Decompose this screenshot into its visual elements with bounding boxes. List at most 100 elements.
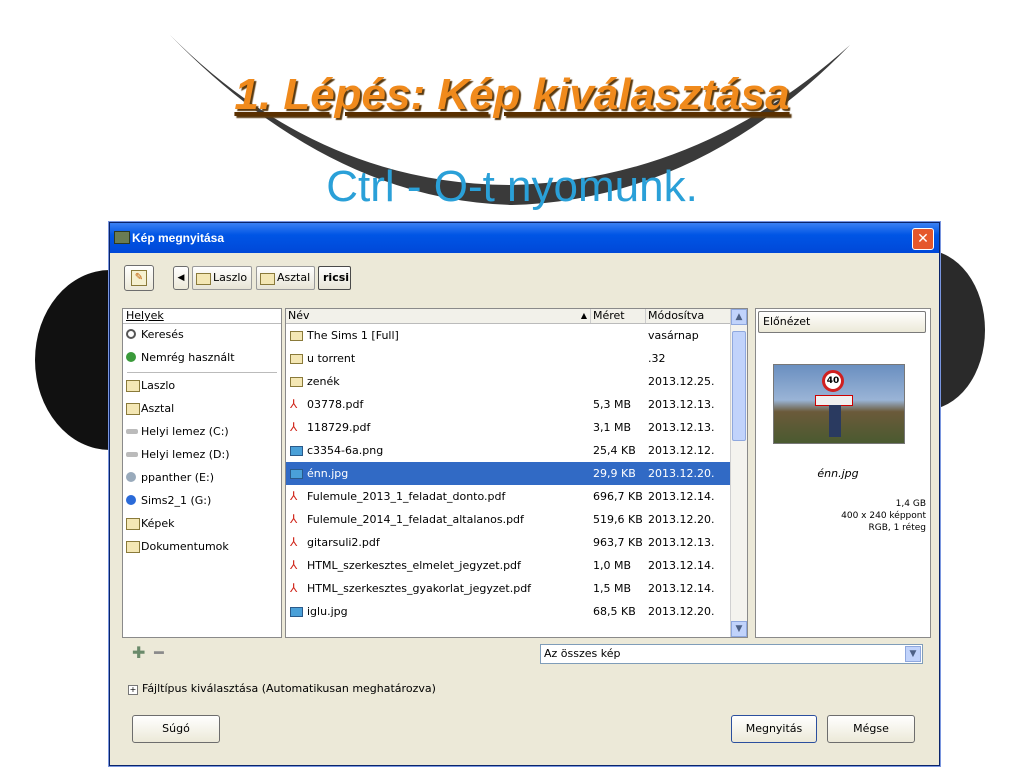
file-name: 03778.pdf: [307, 398, 364, 411]
file-name: HTML_szerkesztes_elmelet_jegyzet.pdf: [307, 559, 521, 572]
preview-pane: Előnézet 40 énn.jpg 1,4 GB 400 x 240 kép…: [755, 308, 931, 638]
file-modified: 2013.12.14.: [648, 582, 715, 595]
file-modified: 2013.12.13.: [648, 398, 715, 411]
place-label: Képek: [141, 517, 175, 530]
path-back-button[interactable]: ◀: [173, 266, 189, 290]
place-item-recent[interactable]: Nemrég használt: [123, 347, 281, 370]
file-row[interactable]: iglu.jpg 68,5 KB 2013.12.20.: [286, 600, 731, 623]
file-modified: 2013.12.12.: [648, 444, 715, 457]
folder-icon: [290, 354, 303, 364]
file-modified: 2013.12.14.: [648, 490, 715, 503]
column-name-header[interactable]: Név ▲: [286, 309, 591, 323]
type-location-button[interactable]: ✎: [124, 265, 154, 291]
file-size: 25,4 KB: [593, 444, 636, 457]
file-modified: 2013.12.13.: [648, 421, 715, 434]
file-modified: 2013.12.14.: [648, 559, 715, 572]
preview-size: 1,4 GB: [895, 499, 926, 509]
file-modified: vasárnap: [648, 329, 699, 342]
scroll-up-icon[interactable]: ▲: [731, 309, 747, 325]
file-row[interactable]: ⅄ 03778.pdf 5,3 MB 2013.12.13.: [286, 393, 731, 416]
file-row[interactable]: c3354-6a.png 25,4 KB 2013.12.12.: [286, 439, 731, 462]
image-file-icon: [290, 446, 303, 456]
breadcrumb-ricsi[interactable]: ricsi: [318, 266, 351, 290]
drive-icon: [126, 452, 138, 457]
dialog-title: Kép megnyitása: [132, 231, 225, 245]
preview-thumbnail: 40: [773, 364, 905, 444]
pdf-file-icon: ⅄: [290, 420, 298, 434]
places-separator: [127, 372, 277, 373]
places-pane: Helyek Keresés Nemrég használt Laszlo As…: [122, 308, 282, 638]
file-size: 519,6 KB: [593, 513, 643, 526]
column-label: Méret: [593, 309, 625, 322]
file-name: Fulemule_2013_1_feladat_donto.pdf: [307, 490, 506, 503]
chevron-down-icon[interactable]: ▼: [905, 646, 921, 662]
file-row[interactable]: The Sims 1 [Full] vasárnap: [286, 324, 731, 347]
chevron-left-icon: ◀: [177, 273, 185, 283]
breadcrumb-label: ricsi: [323, 271, 350, 284]
folder-icon: [126, 541, 140, 553]
preview-toggle-button[interactable]: Előnézet: [758, 311, 926, 333]
file-size: 1,0 MB: [593, 559, 632, 572]
place-item-drive-d[interactable]: Helyi lemez (D:): [123, 444, 281, 467]
add-bookmark-button[interactable]: ✚: [132, 643, 145, 662]
dialog-titlebar[interactable]: Kép megnyitása ✕: [110, 223, 939, 253]
folder-icon: [260, 273, 275, 285]
file-name: zenék: [307, 375, 340, 388]
file-size: 1,5 MB: [593, 582, 632, 595]
folder-icon: [126, 518, 140, 530]
breadcrumb-asztal[interactable]: Asztal: [256, 266, 315, 290]
place-label: Helyi lemez (C:): [141, 425, 229, 438]
place-item-search[interactable]: Keresés: [123, 324, 281, 347]
file-name: u torrent: [307, 352, 356, 365]
file-modified: 2013.12.20.: [648, 467, 715, 480]
file-rows: The Sims 1 [Full] vasárnap u torrent .32 zen…: [286, 324, 731, 623]
file-name: 118729.pdf: [307, 421, 371, 434]
breadcrumb-label: Asztal: [277, 271, 311, 284]
file-row[interactable]: u torrent .32: [286, 347, 731, 370]
place-label: Laszlo: [141, 379, 176, 392]
file-modified: 2013.12.13.: [648, 536, 715, 549]
scrollbar-thumb[interactable]: [732, 331, 746, 441]
file-row[interactable]: ⅄ Fulemule_2013_1_feladat_donto.pdf 696,7 …: [286, 485, 731, 508]
places-header[interactable]: Helyek: [123, 309, 281, 324]
place-item-asztal[interactable]: Asztal: [123, 398, 281, 421]
open-button[interactable]: Megnyitás: [731, 715, 817, 743]
breadcrumb-laszlo[interactable]: Laszlo: [192, 266, 252, 290]
pdf-file-icon: ⅄: [290, 489, 298, 503]
file-row[interactable]: ⅄ gitarsuli2.pdf 963,7 KB 2013.12.13.: [286, 531, 731, 554]
file-list-header: Név ▲ Méret Módosítva: [286, 309, 731, 324]
open-image-dialog: Kép megnyitása ✕ ✎ ◀ Laszlo Asztal ricsi…: [109, 222, 940, 766]
place-item-drive-e[interactable]: ppanther (E:): [123, 467, 281, 490]
column-label: Név: [288, 309, 310, 322]
file-row[interactable]: ⅄ 118729.pdf 3,1 MB 2013.12.13.: [286, 416, 731, 439]
place-label: Keresés: [141, 328, 184, 341]
file-type-filter-select[interactable]: Az összes kép ▼: [540, 644, 923, 664]
file-modified: 2013.12.20.: [648, 605, 715, 618]
file-row[interactable]: ⅄ HTML_szerkesztes_elmelet_jegyzet.pdf 1,0…: [286, 554, 731, 577]
folder-icon: [126, 380, 140, 392]
place-item-drive-g[interactable]: Sims2_1 (G:): [123, 490, 281, 513]
place-item-kepek[interactable]: Képek: [123, 513, 281, 536]
help-button[interactable]: Súgó: [132, 715, 220, 743]
file-row[interactable]: ⅄ HTML_szerkesztes_gyakorlat_jegyzet.pdf 1…: [286, 577, 731, 600]
place-item-drive-c[interactable]: Helyi lemez (C:): [123, 421, 281, 444]
pencil-icon: ✎: [131, 270, 147, 286]
place-item-dokumentumok[interactable]: Dokumentumok: [123, 536, 281, 559]
filetype-expander[interactable]: + Fájltípus kiválasztása (Automatikusan m…: [128, 682, 436, 695]
place-item-laszlo[interactable]: Laszlo: [123, 375, 281, 398]
close-icon: ✕: [917, 231, 929, 247]
file-name: Fulemule_2014_1_feladat_altalanos.pdf: [307, 513, 524, 526]
file-row[interactable]: énn.jpg 29,9 KB 2013.12.20.: [286, 462, 731, 485]
file-list-pane: Név ▲ Méret Módosítva The Sims 1 [Full] v…: [285, 308, 748, 638]
file-list-scrollbar[interactable]: ▲ ▼: [730, 309, 747, 637]
remove-bookmark-button[interactable]: ━: [154, 643, 164, 662]
file-row[interactable]: zenék 2013.12.25.: [286, 370, 731, 393]
speed-sign: 40: [822, 370, 844, 392]
filetype-label: Fájltípus kiválasztása (Automatikusan me…: [142, 682, 436, 695]
file-row[interactable]: ⅄ Fulemule_2014_1_feladat_altalanos.pdf 51…: [286, 508, 731, 531]
column-modified-header[interactable]: Módosítva: [646, 309, 731, 323]
scroll-down-icon[interactable]: ▼: [731, 621, 747, 637]
cancel-button[interactable]: Mégse: [827, 715, 915, 743]
close-button[interactable]: ✕: [912, 228, 934, 250]
column-size-header[interactable]: Méret: [591, 309, 646, 323]
